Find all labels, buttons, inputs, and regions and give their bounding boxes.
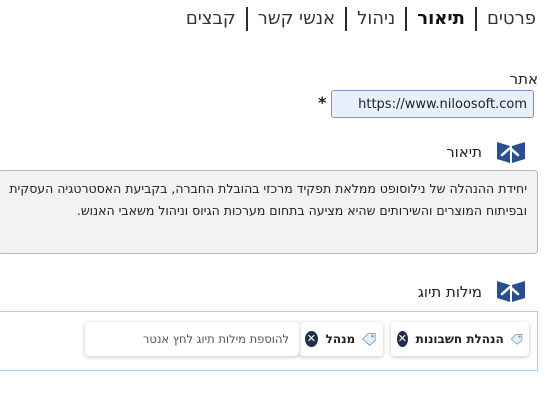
remove-tag-button[interactable]: ✕ bbox=[305, 331, 318, 347]
tag-chip: מנהל ✕ bbox=[299, 322, 383, 356]
book-icon bbox=[497, 281, 525, 302]
book-icon bbox=[497, 142, 525, 163]
tab-divider bbox=[245, 7, 248, 31]
tab-divider bbox=[474, 7, 477, 31]
tab-bar: פרטים תיאור ניהול אנשי קשר קבצים bbox=[176, 4, 546, 34]
tab-description[interactable]: תיאור bbox=[407, 6, 475, 32]
website-label: אתר bbox=[509, 70, 538, 88]
tag-label: הנהלת חשבונות bbox=[415, 332, 504, 346]
description-title: תיאור bbox=[446, 143, 482, 161]
add-tag-input[interactable] bbox=[85, 322, 299, 356]
remove-tag-button[interactable]: ✕ bbox=[397, 331, 408, 347]
tab-divider bbox=[405, 7, 408, 31]
tag-chip: הנהלת חשבונות ✕ bbox=[391, 322, 529, 356]
description-textarea[interactable]: יחידת ההנהלה של נילוסופט ממלאת תפקיד מרכ… bbox=[0, 170, 538, 254]
tab-files[interactable]: קבצים bbox=[176, 6, 246, 32]
website-input[interactable] bbox=[331, 90, 534, 118]
tab-divider bbox=[345, 7, 348, 31]
tags-title: מילות תיוג bbox=[417, 283, 482, 301]
tab-details[interactable]: פרטים bbox=[477, 6, 546, 32]
tag-icon bbox=[510, 334, 523, 345]
tab-contacts[interactable]: אנשי קשר bbox=[248, 6, 345, 32]
tags-container: הנהלת חשבונות ✕ מנהל ✕ bbox=[0, 311, 538, 371]
tag-icon bbox=[362, 333, 376, 346]
tab-management[interactable]: ניהול bbox=[347, 6, 405, 32]
tag-label: מנהל bbox=[325, 332, 356, 346]
required-marker: * bbox=[318, 93, 327, 112]
